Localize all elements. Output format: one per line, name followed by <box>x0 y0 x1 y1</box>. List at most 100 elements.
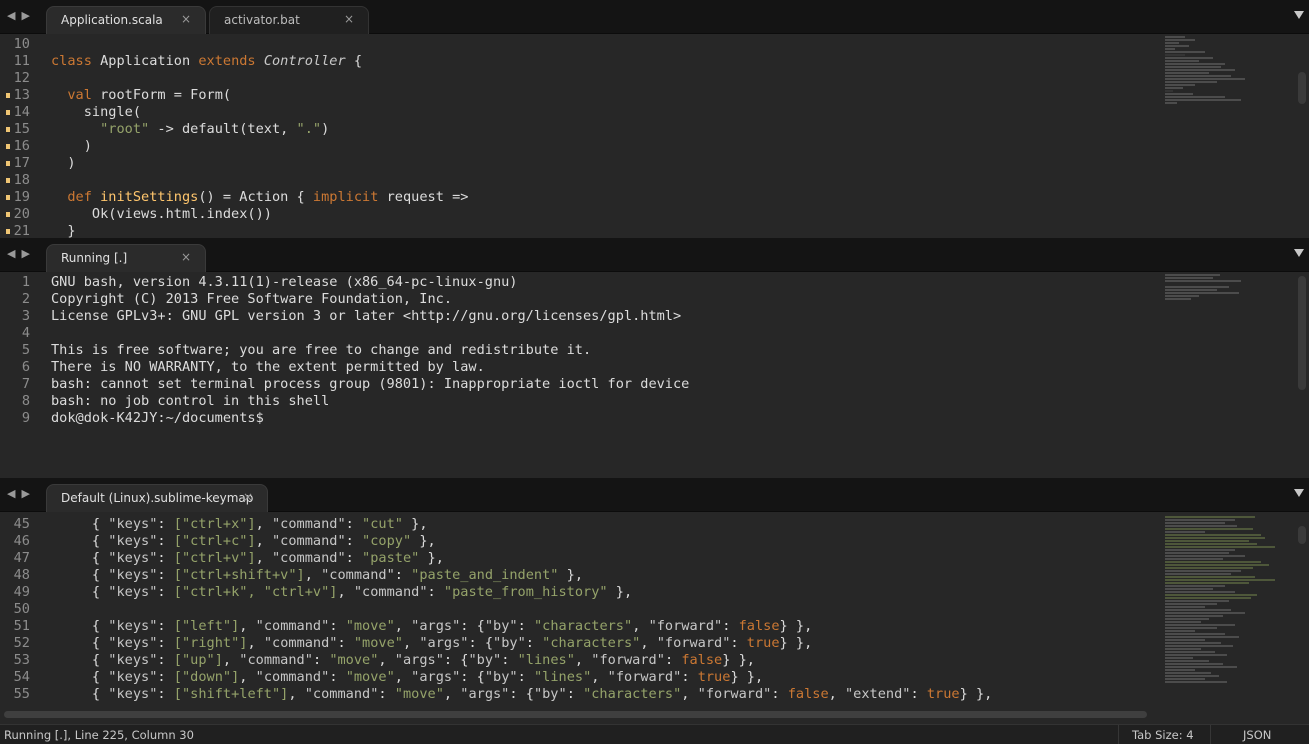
code-line: 20 Ok(views.html.index()) <box>0 206 1309 223</box>
code-token: }, <box>419 550 444 566</box>
code-token: "forward" <box>656 635 731 651</box>
code-token: , <box>394 618 412 634</box>
tab-nav-left-icon[interactable]: ◀ <box>7 9 21 22</box>
code-token: "forward" <box>607 669 682 685</box>
minimap[interactable] <box>1165 36 1295 105</box>
syntax-selector[interactable]: JSON <box>1243 728 1271 742</box>
code-token: : <box>394 567 412 583</box>
tab-nav-left-icon[interactable]: ◀ <box>7 247 21 260</box>
code-token: () = Action { <box>198 189 313 205</box>
code-token: extends <box>198 53 256 69</box>
code-token: : <box>157 686 174 702</box>
code-token: , <box>255 550 272 566</box>
minimap-line <box>1165 669 1195 671</box>
code-line: 16 ) <box>0 138 1309 155</box>
modified-marker <box>6 195 10 200</box>
code-text: } <box>51 223 75 238</box>
close-icon[interactable]: × <box>181 12 191 26</box>
line-gutter: 1 <box>0 274 44 291</box>
code-token: single( <box>83 104 142 120</box>
tab-running-terminal[interactable]: Running [.] × <box>46 244 206 273</box>
modified-marker <box>6 110 10 115</box>
tab-default-keymap[interactable]: Default (Linux).sublime-keymap × <box>46 484 268 513</box>
code-token: : <box>157 550 174 566</box>
code-token: , <box>239 618 256 634</box>
line-number: 14 <box>13 104 30 120</box>
minimap-line <box>1165 678 1205 680</box>
vertical-scrollbar[interactable] <box>1298 72 1306 104</box>
code-text: def initSettings() = Action { implicit r… <box>51 189 468 206</box>
code-token: ) <box>67 155 76 171</box>
minimap-line <box>1165 549 1235 551</box>
code-token: , <box>378 652 395 668</box>
minimap-line <box>1165 585 1225 587</box>
minimap-line <box>1165 531 1205 533</box>
code-token: , <box>574 652 592 668</box>
line-number: 1 <box>21 274 30 290</box>
tab-nav-left-icon[interactable]: ◀ <box>7 487 21 500</box>
code-token: : <box>517 618 534 634</box>
code-text: { "keys": ["ctrl+x"], "command": "cut" }… <box>51 516 428 533</box>
chevron-down-icon[interactable] <box>1294 11 1304 19</box>
code-token: : <box>910 686 927 702</box>
line-gutter: 50 <box>0 601 44 618</box>
tab-nav-right-icon[interactable]: ▶ <box>21 247 35 260</box>
chevron-down-icon[interactable] <box>1294 249 1304 257</box>
minimap-line <box>1165 675 1219 677</box>
vertical-scrollbar[interactable] <box>1298 526 1306 544</box>
code-token: true <box>697 669 731 685</box>
tab-activator-bat[interactable]: activator.bat × <box>209 6 369 35</box>
line-gutter: 45 <box>0 516 44 533</box>
line-gutter: 46 <box>0 533 44 550</box>
vertical-scrollbar[interactable] <box>1298 276 1306 390</box>
code-editor[interactable]: 45 { "keys": ["ctrl+x"], "command": "cut… <box>0 512 1309 724</box>
code-token: "keys" <box>108 618 158 634</box>
line-number: 54 <box>13 669 30 685</box>
code-token: "args" <box>394 652 444 668</box>
line-gutter: 7 <box>0 376 44 393</box>
line-gutter: 11 <box>0 53 44 70</box>
chevron-down-icon[interactable] <box>1294 489 1304 497</box>
minimap-line <box>1165 615 1223 617</box>
line-number: 9 <box>21 410 30 426</box>
minimap-line <box>1165 573 1231 575</box>
code-line: 45 { "keys": ["ctrl+x"], "command": "cut… <box>0 516 1309 533</box>
tab-nav-right-icon[interactable]: ▶ <box>21 9 35 22</box>
close-icon[interactable]: × <box>344 12 354 26</box>
code-token: "forward" <box>648 618 723 634</box>
terminal-output[interactable]: 1 GNU bash, version 4.3.11(1)-release (x8… <box>0 272 1309 478</box>
minimap-line <box>1165 621 1201 623</box>
close-icon[interactable]: × <box>181 250 191 264</box>
code-line: 21 } <box>0 223 1309 238</box>
code-token: } }, <box>779 618 813 634</box>
terminal-text: Copyright (C) 2013 Free Software Foundat… <box>51 291 453 307</box>
code-token: { <box>345 53 363 69</box>
tab-application-scala[interactable]: Application.scala × <box>46 6 206 35</box>
code-text: { "keys": ["ctrl+shift+v"], "command": "… <box>51 567 583 584</box>
minimap-line <box>1165 618 1209 620</box>
minimap[interactable] <box>1165 274 1295 301</box>
minimap-line <box>1165 552 1229 554</box>
minimap-line <box>1165 528 1253 530</box>
line-gutter: 9 <box>0 410 44 427</box>
minimap-line <box>1165 558 1223 560</box>
code-token: : <box>157 635 174 651</box>
minimap-line <box>1165 663 1223 665</box>
line-gutter: 17 <box>0 155 44 172</box>
minimap-line <box>1165 567 1253 569</box>
tab-bar: ◀▶ Running [.] × <box>0 238 1309 273</box>
close-icon[interactable]: × <box>243 490 253 504</box>
horizontal-scrollbar[interactable] <box>4 711 1147 718</box>
minimap-line <box>1165 591 1235 593</box>
line-gutter: 52 <box>0 635 44 652</box>
tab-size-selector[interactable]: Tab Size: 4 <box>1132 728 1194 742</box>
code-token: "lines" <box>533 669 592 685</box>
code-token: Ok(views.html.index()) <box>91 206 272 222</box>
tab-nav-right-icon[interactable]: ▶ <box>21 487 35 500</box>
code-editor[interactable]: 10 11 class Application extends Controller… <box>0 34 1309 238</box>
minimap[interactable] <box>1165 516 1295 704</box>
